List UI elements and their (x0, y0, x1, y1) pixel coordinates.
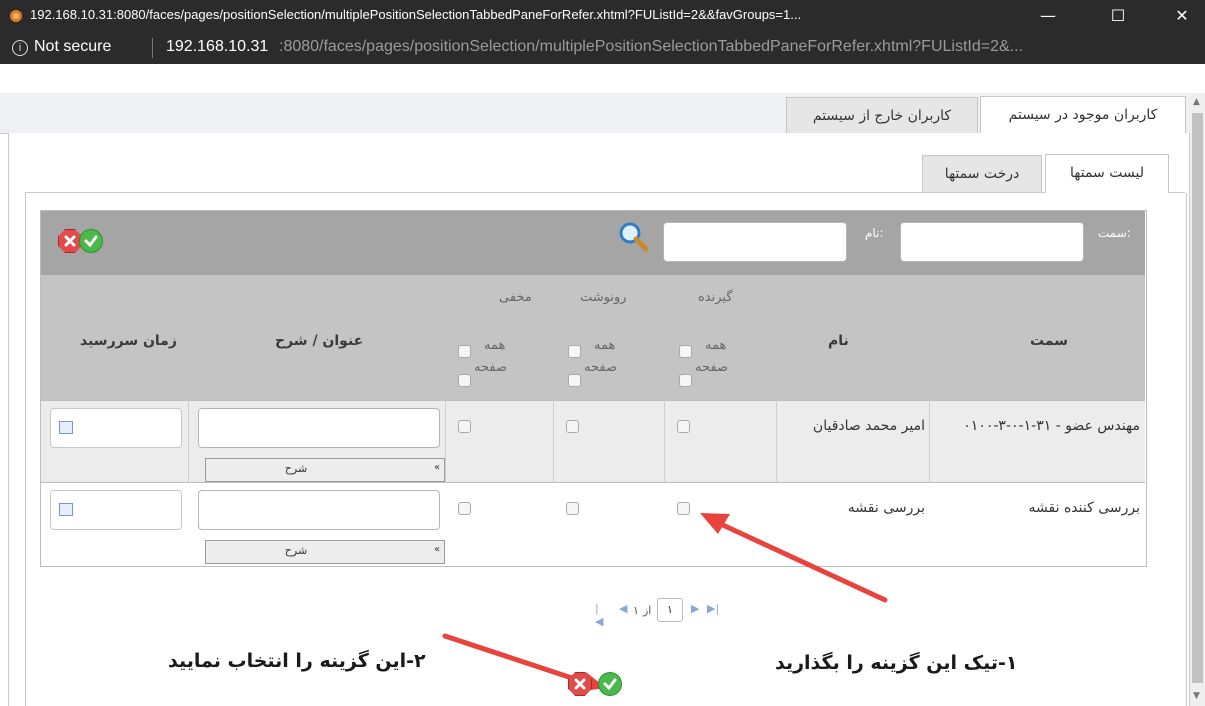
row1-sharh-label: شرح (284, 462, 308, 475)
hidden-all-label: همه (484, 338, 506, 353)
recipient-all-label: همه (705, 338, 727, 353)
not-secure-label: Not secure (34, 38, 112, 55)
row1-hidden-checkbox[interactable] (458, 420, 471, 433)
recipient-page-checkbox[interactable] (679, 374, 692, 387)
col-header-title: عنوان / شرح (275, 333, 364, 349)
row2-sharh-label: شرح (284, 544, 308, 557)
copy-page-checkbox[interactable] (568, 374, 581, 387)
col-header-position: سمت (1030, 333, 1068, 349)
row1-copy-checkbox[interactable] (566, 420, 579, 433)
position-filter-label: سمت: (1098, 226, 1131, 240)
confirm-filter-icon[interactable] (79, 229, 103, 253)
search-icon[interactable] (618, 221, 650, 253)
row2-sharh-collapse-icon: « (434, 544, 441, 555)
row1-sharh-collapse-icon: « (434, 462, 441, 473)
address-separator (152, 38, 153, 58)
tab-users-outside-system[interactable]: کاربران خارج از سیستم (786, 97, 978, 134)
row1-position: مهندس عضو - ۳۱-۱-۰-۳-۰۱۰۰ (963, 418, 1140, 434)
hidden-page-checkbox[interactable] (458, 374, 471, 387)
col-header-name: نام (828, 333, 849, 349)
row1-sharh-button[interactable]: « شرح (205, 458, 445, 482)
row1-recipient-checkbox[interactable] (677, 420, 690, 433)
pager-prev-icon[interactable]: ◀ (619, 602, 627, 615)
row2-due-date-field[interactable] (50, 490, 182, 530)
maximize-button[interactable]: ☐ (1098, 2, 1138, 30)
vertical-scrollbar[interactable]: ▲ ▼ (1190, 93, 1205, 706)
address-path: :8080/faces/pages/positionSelection/mult… (279, 38, 1023, 55)
pager-of-label: از (643, 604, 652, 617)
pager-total: ۱ (633, 604, 639, 617)
col-header-recipient: گیرنده (698, 290, 733, 305)
scroll-down-icon[interactable]: ▼ (1193, 691, 1200, 701)
pager-last-icon[interactable]: ▶| (707, 602, 719, 615)
tab-positions-tree[interactable]: درخت سمتها (922, 155, 1042, 192)
position-filter-input[interactable] (900, 222, 1084, 262)
annotation-step2: ۲-این گزینه را انتخاب نمایید (168, 650, 426, 672)
address-host: 192.168.10.31 (166, 38, 269, 55)
row2-title-input[interactable] (198, 490, 440, 530)
tab-users-in-system[interactable]: کاربران موجود در سیستم (980, 96, 1186, 135)
annotation-step1: ۱-تیک این گزینه را بگذارید (775, 652, 1018, 674)
col-header-hidden: مخفی (499, 290, 532, 305)
app-favicon-icon (10, 10, 22, 22)
row2-copy-checkbox[interactable] (566, 502, 579, 515)
calendar-icon[interactable] (59, 503, 73, 516)
window-title: 192.168.10.31:8080/faces/pages/positionS… (30, 7, 802, 22)
copy-all-label: همه (594, 338, 616, 353)
hidden-all-checkbox[interactable] (458, 345, 471, 358)
row1-name: امیر محمد صادقیان (812, 418, 925, 434)
name-filter-input[interactable] (663, 222, 847, 262)
copy-page-label: صفحه (584, 360, 617, 375)
pager-current-input[interactable]: ۱ (657, 598, 683, 622)
row1-due-date-field[interactable] (50, 408, 182, 448)
col-header-due-time: زمان سررسید (80, 333, 177, 349)
minimize-button[interactable]: — (1028, 2, 1068, 30)
hidden-page-label: صفحه (474, 360, 507, 375)
scrollbar-thumb[interactable] (1192, 113, 1203, 683)
name-filter-label: نام: (865, 226, 884, 240)
row2-position: بررسی کننده نقشه (1028, 500, 1140, 516)
row2-recipient-checkbox[interactable] (677, 502, 690, 515)
calendar-icon[interactable] (59, 421, 73, 434)
recipient-page-label: صفحه (695, 360, 728, 375)
address-bar[interactable]: i Not secure 192.168.10.31 :8080/faces/p… (0, 32, 1205, 64)
confirm-selection-button[interactable] (598, 672, 622, 696)
row2-sharh-button[interactable]: « شرح (205, 540, 445, 564)
row1-title-input[interactable] (198, 408, 440, 448)
close-window-button[interactable]: ✕ (1162, 2, 1202, 30)
scroll-up-icon[interactable]: ▲ (1193, 97, 1200, 107)
tab-positions-list[interactable]: لیست سمتها (1045, 154, 1169, 193)
window-titlebar: 192.168.10.31:8080/faces/pages/positionS… (0, 0, 1205, 32)
recipient-all-checkbox[interactable] (679, 345, 692, 358)
row2-hidden-checkbox[interactable] (458, 502, 471, 515)
row2-name: بررسی نقشه (847, 500, 925, 516)
col-header-copy: رونوشت (580, 290, 627, 305)
pager-next-icon[interactable]: ▶ (691, 602, 699, 615)
copy-all-checkbox[interactable] (568, 345, 581, 358)
info-icon[interactable]: i (12, 40, 28, 56)
pager-first-icon[interactable]: |◀ (595, 602, 603, 628)
